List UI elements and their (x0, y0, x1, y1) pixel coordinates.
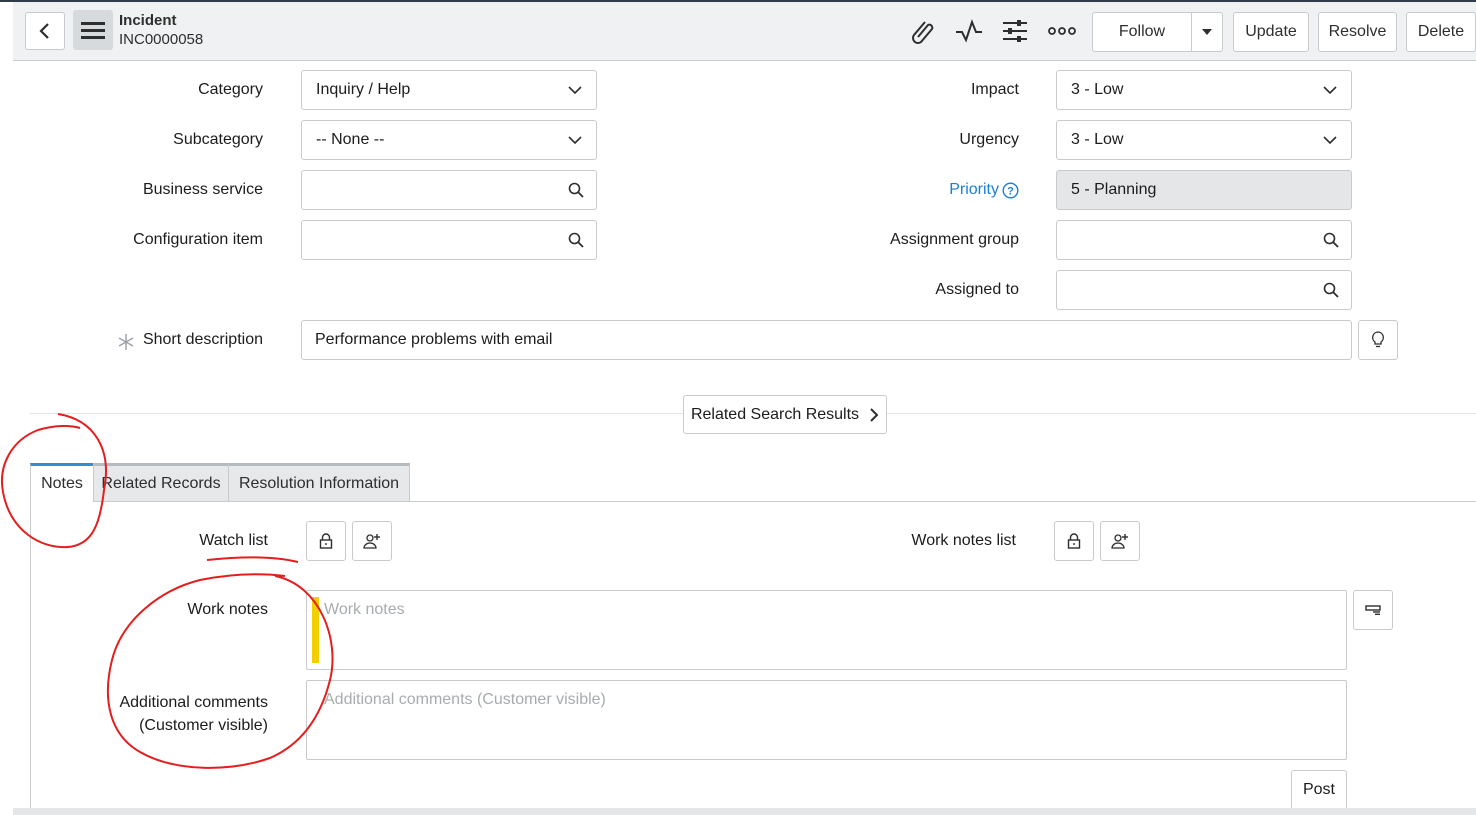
delete-button[interactable]: Delete (1406, 12, 1476, 52)
tab-related-records[interactable]: Related Records (93, 463, 229, 501)
configuration-item-lookup-button[interactable] (556, 220, 597, 260)
additional-comments-label-line2: (Customer visible) (139, 717, 268, 734)
tab-resolution-information[interactable]: Resolution Information (228, 463, 410, 501)
urgency-label: Urgency (959, 131, 1019, 148)
search-icon (568, 232, 584, 248)
suggestion-button[interactable] (1358, 320, 1398, 360)
record-type-title: Incident (119, 12, 177, 29)
configuration-item-input[interactable] (301, 220, 557, 260)
attachment-button[interactable] (908, 18, 938, 44)
short-description-input[interactable]: Performance problems with email (301, 320, 1352, 360)
follow-button[interactable]: Follow (1092, 12, 1192, 52)
activity-stream-button[interactable] (954, 18, 984, 44)
business-service-lookup-button[interactable] (556, 170, 597, 210)
add-user-icon (363, 534, 380, 549)
tab-notes[interactable]: Notes (30, 463, 94, 502)
additional-comments-label-line1: Additional comments (119, 694, 268, 711)
personalize-form-button[interactable] (1000, 18, 1030, 44)
chevron-down-icon (1323, 136, 1337, 145)
context-menu-button[interactable] (73, 10, 113, 50)
search-icon (568, 182, 584, 198)
priority-label: Priority (949, 181, 999, 198)
business-service-label: Business service (142, 181, 263, 198)
subcategory-value: -- None -- (316, 131, 385, 148)
sliders-icon (1003, 20, 1027, 42)
mandatory-asterisk-icon (118, 334, 134, 350)
back-icon (39, 23, 49, 39)
work-notes-marker (312, 597, 319, 663)
chevron-down-icon (568, 136, 582, 145)
short-description-label: Short description (142, 331, 263, 348)
impact-select[interactable]: 3 - Low (1056, 70, 1352, 110)
svg-text:?: ? (1007, 185, 1014, 197)
additional-comments-label: Additional comments (Customer visible) (119, 691, 268, 737)
follow-dropdown-button[interactable] (1191, 12, 1223, 52)
chevron-down-icon (1323, 86, 1337, 95)
post-button[interactable]: Post (1291, 770, 1347, 810)
subcategory-select[interactable]: -- None -- (301, 120, 597, 160)
urgency-value: 3 - Low (1071, 131, 1124, 148)
configuration-item-label: Configuration item (133, 231, 263, 248)
search-icon (1323, 232, 1339, 248)
lock-icon (1067, 533, 1081, 549)
assigned-to-lookup-button[interactable] (1311, 270, 1352, 310)
category-select[interactable]: Inquiry / Help (301, 70, 597, 110)
hamburger-menu-icon (81, 22, 105, 39)
resolve-button[interactable]: Resolve (1318, 12, 1397, 52)
assigned-to-label: Assigned to (935, 281, 1019, 298)
assigned-to-input[interactable] (1056, 270, 1312, 310)
category-value: Inquiry / Help (316, 81, 411, 98)
activity-icon (956, 19, 982, 43)
back-button[interactable] (25, 12, 65, 50)
assignment-group-label: Assignment group (890, 231, 1019, 248)
priority-readonly-field: 5 - Planning (1056, 170, 1352, 210)
related-search-results-label: Related Search Results (690, 405, 860, 423)
watch-list-add-me-button[interactable] (352, 521, 392, 561)
more-options-button[interactable] (1047, 18, 1077, 44)
caret-down-icon (1202, 29, 1212, 35)
add-user-icon (1111, 534, 1128, 549)
assignment-group-lookup-button[interactable] (1311, 220, 1352, 260)
additional-comments-textarea[interactable]: Additional comments (Customer visible) (306, 680, 1347, 760)
more-options-icon (1048, 27, 1076, 35)
work-notes-label: Work notes (187, 601, 268, 618)
watch-list-label: Watch list (199, 532, 268, 549)
chevron-right-icon (870, 407, 879, 422)
form-header: Incident INC0000058 Follow Update Resolv… (13, 2, 1476, 61)
related-search-results-button[interactable]: Related Search Results (683, 395, 887, 434)
business-service-input[interactable] (301, 170, 557, 210)
urgency-select[interactable]: 3 - Low (1056, 120, 1352, 160)
search-icon (1323, 282, 1339, 298)
tab-panel-border (30, 502, 31, 812)
subcategory-label: Subcategory (173, 131, 263, 148)
assignment-group-input[interactable] (1056, 220, 1312, 260)
record-number: INC0000058 (119, 31, 204, 48)
priority-label-link[interactable]: Priority ? (949, 181, 1019, 199)
textarea-expand-icon (1365, 605, 1381, 615)
work-notes-textarea[interactable]: Work notes (306, 590, 1347, 670)
impact-label: Impact (970, 81, 1019, 98)
work-notes-list-add-me-button[interactable] (1100, 521, 1140, 561)
category-label: Category (198, 81, 263, 98)
impact-value: 3 - Low (1071, 81, 1124, 98)
update-button[interactable]: Update (1233, 12, 1309, 52)
lock-icon (319, 533, 333, 549)
work-notes-list-label: Work notes list (911, 532, 1016, 549)
lightbulb-icon (1372, 331, 1384, 348)
help-icon: ? (1002, 181, 1019, 199)
paperclip-icon (912, 21, 934, 44)
tab-bar-border (30, 501, 1476, 502)
horizontal-scrollbar[interactable] (13, 808, 1476, 815)
chevron-down-icon (568, 86, 582, 95)
watch-list-unlock-button[interactable] (306, 521, 346, 561)
work-notes-list-unlock-button[interactable] (1054, 521, 1094, 561)
expand-textarea-button[interactable] (1353, 590, 1393, 630)
